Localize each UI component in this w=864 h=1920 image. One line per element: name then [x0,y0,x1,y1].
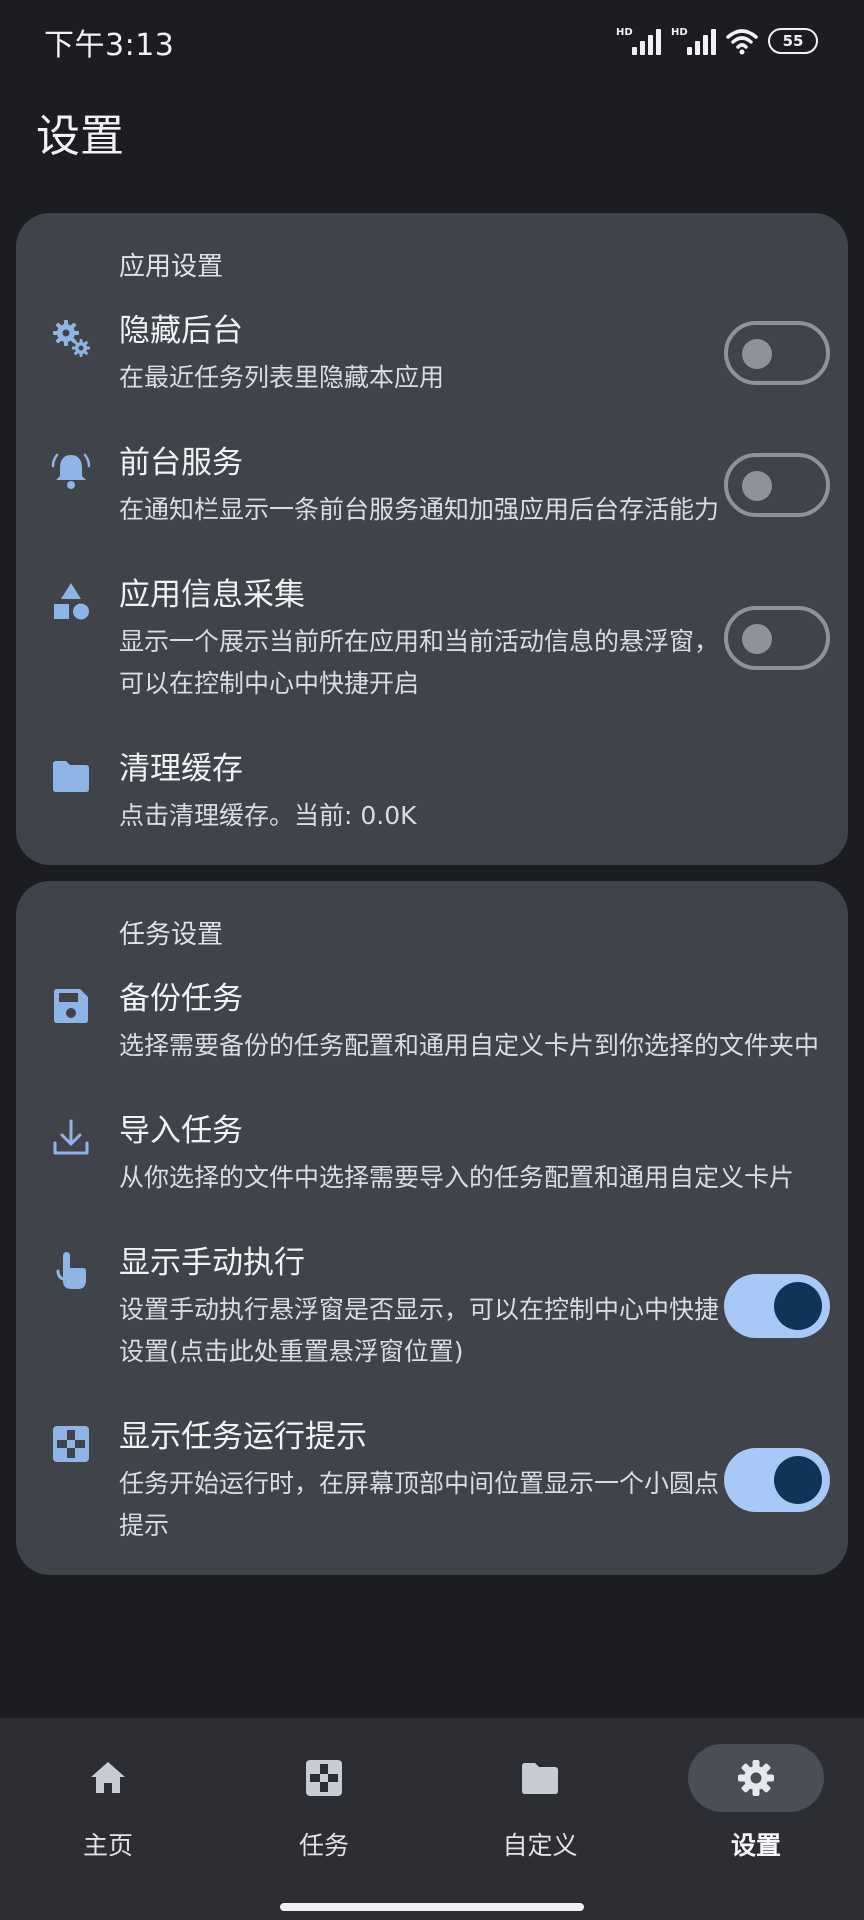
folder-icon [50,755,92,797]
setting-app-info-collect[interactable]: 应用信息采集 显示一个展示当前所在应用和当前活动信息的悬浮窗，可以在控制中心中快… [16,575,848,705]
setting-clear-cache[interactable]: 清理缓存 点击清理缓存。当前: 0.0K [16,749,848,837]
tasks-icon [306,1760,342,1796]
setting-title: 备份任务 [119,981,243,1017]
nav-label: 任务 [298,1831,349,1860]
home-icon [91,1762,125,1793]
setting-title: 导入任务 [119,1113,243,1149]
setting-desc: 显示一个展示当前所在应用和当前活动信息的悬浮窗，可以在控制中心中快捷开启 [119,627,720,698]
battery-level: 55 [782,32,804,50]
foreground-service-toggle[interactable] [724,453,830,517]
hd-label: HD [616,27,633,38]
touch-icon [50,1249,92,1291]
crosshair-icon [50,1423,92,1465]
setting-hide-background[interactable]: 隐藏后台 在最近任务列表里隐藏本应用 [16,311,848,399]
nav-custom[interactable]: 自定义 [460,1744,620,1874]
setting-title: 应用信息采集 [119,577,305,613]
nav-label: 设置 [730,1831,781,1860]
show-task-hint-toggle[interactable] [724,1448,830,1512]
section-title: 任务设置 [119,920,224,950]
nav-settings[interactable]: 设置 [676,1744,836,1874]
section-app-settings: 应用设置 隐藏后台 在最近任务列表里隐藏本应用 前台服务 在通知栏显示一条前台服… [16,213,848,865]
setting-title: 显示任务运行提示 [119,1419,367,1455]
setting-import-tasks[interactable]: 导入任务 从你选择的文件中选择需要导入的任务配置和通用自定义卡片 [16,1111,848,1199]
setting-desc: 在最近任务列表里隐藏本应用 [119,363,445,392]
show-manual-run-toggle[interactable] [724,1274,830,1338]
setting-title: 前台服务 [119,445,243,481]
status-time: 下午3:13 [44,28,175,63]
setting-title: 显示手动执行 [119,1245,305,1281]
nav-tasks[interactable]: 任务 [244,1744,404,1874]
app-info-collect-toggle[interactable] [724,606,830,670]
setting-backup-tasks[interactable]: 备份任务 选择需要备份的任务配置和通用自定义卡片到你选择的文件夹中 [16,979,848,1067]
setting-title: 隐藏后台 [119,313,243,349]
status-icons: HD HD 55 [616,24,818,58]
hd-label-2: HD [671,27,688,38]
gears-icon [50,317,92,359]
home-indicator[interactable] [280,1903,584,1911]
shapes-icon [50,581,92,623]
nav-label: 自定义 [502,1831,578,1860]
hide-background-toggle[interactable] [724,321,830,385]
download-icon [50,1117,92,1159]
status-bar: 下午3:13 HD HD 55 [0,0,864,80]
setting-desc: 点击清理缓存。当前: 0.0K [119,801,417,830]
nav-home[interactable]: 主页 [28,1744,188,1874]
folder-icon [522,1763,558,1794]
page-title: 设置 [36,111,124,162]
section-title: 应用设置 [119,252,224,282]
setting-desc: 选择需要备份的任务配置和通用自定义卡片到你选择的文件夹中 [119,1031,820,1060]
battery-icon: 55 [768,28,818,54]
settings-icon [738,1760,774,1796]
setting-desc: 设置手动执行悬浮窗是否显示，可以在控制中心中快捷设置(点击此处重置悬浮窗位置) [119,1295,720,1366]
signal-icon: HD [616,27,661,55]
setting-title: 清理缓存 [119,751,243,787]
setting-show-task-hint[interactable]: 显示任务运行提示 任务开始运行时，在屏幕顶部中间位置显示一个小圆点提示 [16,1417,848,1547]
setting-desc: 在通知栏显示一条前台服务通知加强应用后台存活能力 [119,495,720,524]
setting-desc: 从你选择的文件中选择需要导入的任务配置和通用自定义卡片 [119,1163,795,1192]
setting-desc: 任务开始运行时，在屏幕顶部中间位置显示一个小圆点提示 [119,1469,720,1540]
settings-list[interactable]: 应用设置 隐藏后台 在最近任务列表里隐藏本应用 前台服务 在通知栏显示一条前台服… [0,213,864,1718]
bell-icon [50,449,92,491]
section-task-settings: 任务设置 备份任务 选择需要备份的任务配置和通用自定义卡片到你选择的文件夹中 导… [16,881,848,1575]
setting-foreground-service[interactable]: 前台服务 在通知栏显示一条前台服务通知加强应用后台存活能力 [16,443,848,531]
save-icon [50,985,92,1027]
wifi-icon [726,29,758,55]
signal-icon-2: HD [671,27,716,55]
screen: 下午3:13 HD HD 55 设置 应用设置 隐藏后台 在最近任务列表里隐藏本… [0,0,864,1920]
nav-label: 主页 [82,1831,133,1860]
bottom-nav: 主页 任务 自定义 设置 [0,1718,864,1920]
setting-show-manual-run[interactable]: 显示手动执行 设置手动执行悬浮窗是否显示，可以在控制中心中快捷设置(点击此处重置… [16,1243,848,1373]
